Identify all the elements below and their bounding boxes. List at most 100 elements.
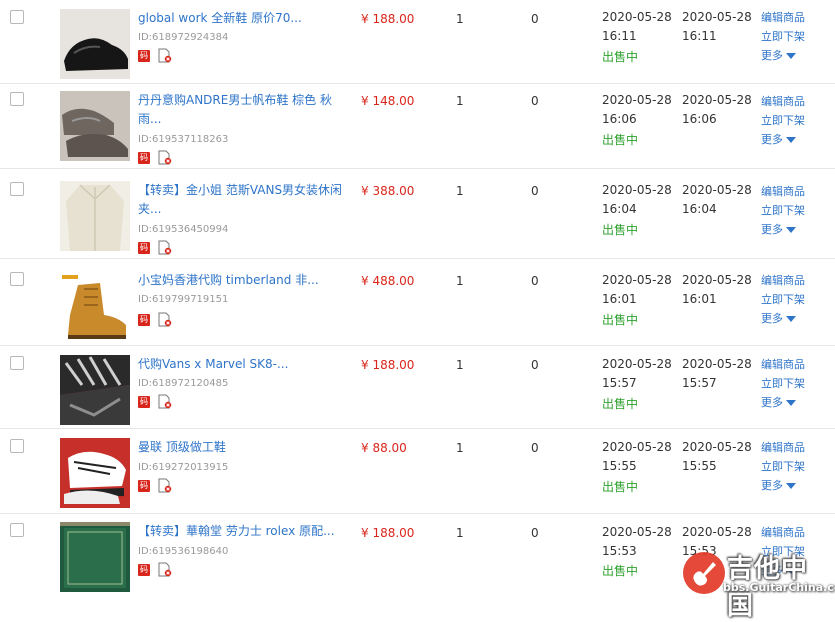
sold-count: 0 xyxy=(531,274,539,288)
product-id: ID:619536450994 xyxy=(138,224,229,235)
badge-group: 码 xyxy=(138,562,172,577)
price: ¥ 188.00 xyxy=(361,12,415,26)
status-badge: 出售中 xyxy=(602,313,639,327)
product-title-link[interactable]: 丹丹意购ANDRE男士帆布鞋 棕色 秋 雨... xyxy=(138,91,350,129)
product-id: ID:619537118263 xyxy=(138,134,229,145)
row-checkbox[interactable] xyxy=(10,272,24,286)
chevron-down-icon xyxy=(786,400,796,406)
row-checkbox[interactable] xyxy=(10,10,24,24)
row-checkbox[interactable] xyxy=(10,92,24,106)
created-datetime: 2020-05-28 16:04 xyxy=(602,183,672,216)
code-badge-icon[interactable]: 码 xyxy=(138,313,150,326)
code-badge-icon[interactable]: 码 xyxy=(138,563,150,576)
product-thumbnail[interactable] xyxy=(60,438,130,508)
product-title-link[interactable]: 小宝妈香港代购 timberland 非... xyxy=(138,271,350,290)
updated-datetime: 2020-05-28 16:04 xyxy=(682,183,752,216)
edit-product-link[interactable]: 编辑商品 xyxy=(761,355,805,374)
code-badge-icon[interactable]: 码 xyxy=(138,151,150,164)
more-dropdown[interactable]: 更多 xyxy=(761,220,805,239)
row-operations: 编辑商品 立即下架 更多 xyxy=(761,438,805,495)
edit-product-link[interactable]: 编辑商品 xyxy=(761,271,805,290)
product-title-link[interactable]: global work 全新鞋 原价70... xyxy=(138,9,350,28)
document-delete-icon[interactable] xyxy=(158,240,172,255)
table-row: global work 全新鞋 原价70... ID:618972924384 … xyxy=(0,0,835,84)
badge-group: 码 xyxy=(138,478,172,493)
document-delete-icon[interactable] xyxy=(158,562,172,577)
row-checkbox[interactable] xyxy=(10,182,24,196)
table-row: 丹丹意购ANDRE男士帆布鞋 棕色 秋 雨... ID:619537118263… xyxy=(0,84,835,169)
product-thumbnail[interactable] xyxy=(60,181,130,251)
product-id: ID:619272013915 xyxy=(138,462,229,473)
offshelf-link[interactable]: 立即下架 xyxy=(761,457,805,476)
status-badge: 出售中 xyxy=(602,564,639,578)
code-badge-icon[interactable]: 码 xyxy=(138,49,150,62)
more-dropdown[interactable]: 更多 xyxy=(761,309,805,328)
status-badge: 出售中 xyxy=(602,133,639,147)
sold-count: 0 xyxy=(531,12,539,26)
document-delete-icon[interactable] xyxy=(158,150,172,165)
watermark-url: bbs.GuitarChina.com xyxy=(723,581,835,594)
badge-group: 码 xyxy=(138,394,172,409)
product-title-link[interactable]: 【转卖】華翰堂 劳力士 rolex 原配... xyxy=(138,522,350,541)
product-title-link[interactable]: 曼联 顶级做工鞋 xyxy=(138,438,350,457)
code-badge-icon[interactable]: 码 xyxy=(138,241,150,254)
badge-group: 码 xyxy=(138,150,172,165)
updated-datetime: 2020-05-28 15:55 xyxy=(682,440,752,473)
table-row: 曼联 顶级做工鞋 ID:619272013915 码 ¥ 88.00 1 0 2… xyxy=(0,429,835,514)
product-thumbnail[interactable] xyxy=(60,522,130,592)
row-operations: 编辑商品 立即下架 更多 xyxy=(761,355,805,412)
offshelf-link[interactable]: 立即下架 xyxy=(761,111,805,130)
product-id: ID:619799719151 xyxy=(138,294,229,305)
edit-product-link[interactable]: 编辑商品 xyxy=(761,182,805,201)
more-dropdown[interactable]: 更多 xyxy=(761,476,805,495)
code-badge-icon[interactable]: 码 xyxy=(138,395,150,408)
product-title-link[interactable]: 【转卖】金小姐 范斯VANS男女装休闲 夹... xyxy=(138,181,350,219)
sold-count: 0 xyxy=(531,526,539,540)
price: ¥ 388.00 xyxy=(361,184,415,198)
product-thumbnail[interactable] xyxy=(60,271,130,341)
edit-product-link[interactable]: 编辑商品 xyxy=(761,8,805,27)
row-checkbox[interactable] xyxy=(10,439,24,453)
document-delete-icon[interactable] xyxy=(158,312,172,327)
badge-group: 码 xyxy=(138,312,172,327)
more-dropdown[interactable]: 更多 xyxy=(761,46,805,65)
table-row: 小宝妈香港代购 timberland 非... ID:619799719151 … xyxy=(0,259,835,346)
document-delete-icon[interactable] xyxy=(158,478,172,493)
quantity: 1 xyxy=(456,526,464,540)
offshelf-link[interactable]: 立即下架 xyxy=(761,290,805,309)
offshelf-link[interactable]: 立即下架 xyxy=(761,374,805,393)
badge-group: 码 xyxy=(138,240,172,255)
site-watermark: 吉他中国 bbs.GuitarChina.com xyxy=(683,548,835,621)
document-delete-icon[interactable] xyxy=(158,394,172,409)
edit-product-link[interactable]: 编辑商品 xyxy=(761,92,805,111)
row-operations: 编辑商品 立即下架 更多 xyxy=(761,182,805,239)
row-checkbox[interactable] xyxy=(10,356,24,370)
product-id: ID:618972924384 xyxy=(138,32,229,43)
product-thumbnail[interactable] xyxy=(60,91,130,161)
offshelf-link[interactable]: 立即下架 xyxy=(761,27,805,46)
price: ¥ 488.00 xyxy=(361,274,415,288)
edit-product-link[interactable]: 编辑商品 xyxy=(761,438,805,457)
price: ¥ 88.00 xyxy=(361,441,407,455)
offshelf-link[interactable]: 立即下架 xyxy=(761,201,805,220)
sold-count: 0 xyxy=(531,358,539,372)
guitar-logo-icon xyxy=(683,552,725,594)
status-badge: 出售中 xyxy=(602,480,639,494)
more-dropdown[interactable]: 更多 xyxy=(761,393,805,412)
code-badge-icon[interactable]: 码 xyxy=(138,479,150,492)
document-delete-icon[interactable] xyxy=(158,48,172,63)
created-datetime: 2020-05-28 15:55 xyxy=(602,440,672,473)
price: ¥ 188.00 xyxy=(361,358,415,372)
row-checkbox[interactable] xyxy=(10,523,24,537)
quantity: 1 xyxy=(456,184,464,198)
updated-datetime: 2020-05-28 15:57 xyxy=(682,357,752,390)
edit-product-link[interactable]: 编辑商品 xyxy=(761,523,805,542)
quantity: 1 xyxy=(456,94,464,108)
quantity: 1 xyxy=(456,358,464,372)
product-thumbnail[interactable] xyxy=(60,9,130,79)
quantity: 1 xyxy=(456,274,464,288)
more-dropdown[interactable]: 更多 xyxy=(761,130,805,149)
product-thumbnail[interactable] xyxy=(60,355,130,425)
product-title-link[interactable]: 代购Vans x Marvel SK8-... xyxy=(138,355,350,374)
chevron-down-icon xyxy=(786,53,796,59)
